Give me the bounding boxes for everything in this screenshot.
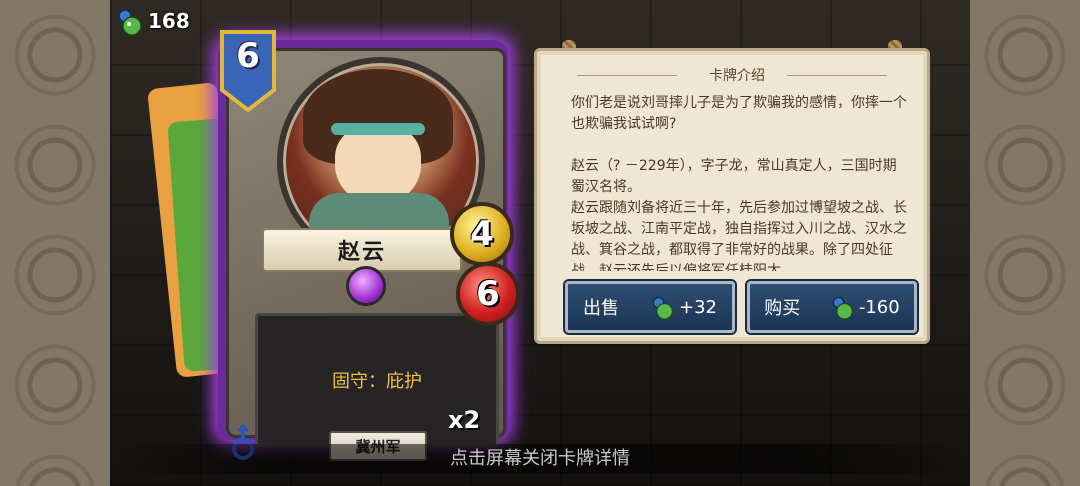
buy-label: 购买 (764, 298, 801, 319)
cost-banner: 6 (218, 30, 278, 114)
sell-label: 出售 (583, 298, 619, 319)
health-stat: 6 (456, 262, 520, 326)
sell-button[interactable]: 出售 +32 (565, 281, 735, 333)
attack-stat: 4 (450, 202, 514, 266)
currency-display: 168 (114, 6, 190, 36)
gourd-coin-icon (832, 296, 853, 320)
close-hint: 点击屏幕关闭卡牌详情 (110, 444, 970, 474)
currency-amount: 168 (148, 9, 190, 33)
card-count: x2 (448, 406, 481, 434)
hero-card[interactable]: 固守：庇护 冀州军 6 赵云 4 6 x2 (218, 30, 520, 461)
game-screen[interactable]: 168 固守：庇护 冀州军 (0, 0, 1080, 486)
sell-price: +32 (679, 296, 717, 318)
card-name: 赵云 (337, 240, 386, 265)
gourd-coin-icon (118, 9, 142, 36)
info-paper: 卡牌介绍 你们老是说刘哥摔儿子是为了欺骗我的感情，你摔一个也欺骗我试试啊? 赵云… (534, 48, 930, 344)
gourd-coin-icon (652, 296, 674, 320)
ability-text: 固守：庇护 (332, 371, 422, 392)
info-title: 卡牌介绍 (709, 68, 765, 84)
rarity-gem (346, 266, 386, 306)
card-description[interactable]: 你们老是说刘哥摔儿子是为了欺骗我的感情，你摔一个也欺骗我试试啊? 赵云（? －2… (571, 93, 909, 271)
buy-price: -160 (858, 296, 900, 318)
card-info-panel: 卡牌介绍 你们老是说刘哥摔儿子是为了欺骗我的感情，你摔一个也欺骗我试试啊? 赵云… (528, 40, 930, 344)
buy-button[interactable]: 购买 -160 (747, 281, 917, 333)
cost-number: 6 (236, 36, 260, 76)
